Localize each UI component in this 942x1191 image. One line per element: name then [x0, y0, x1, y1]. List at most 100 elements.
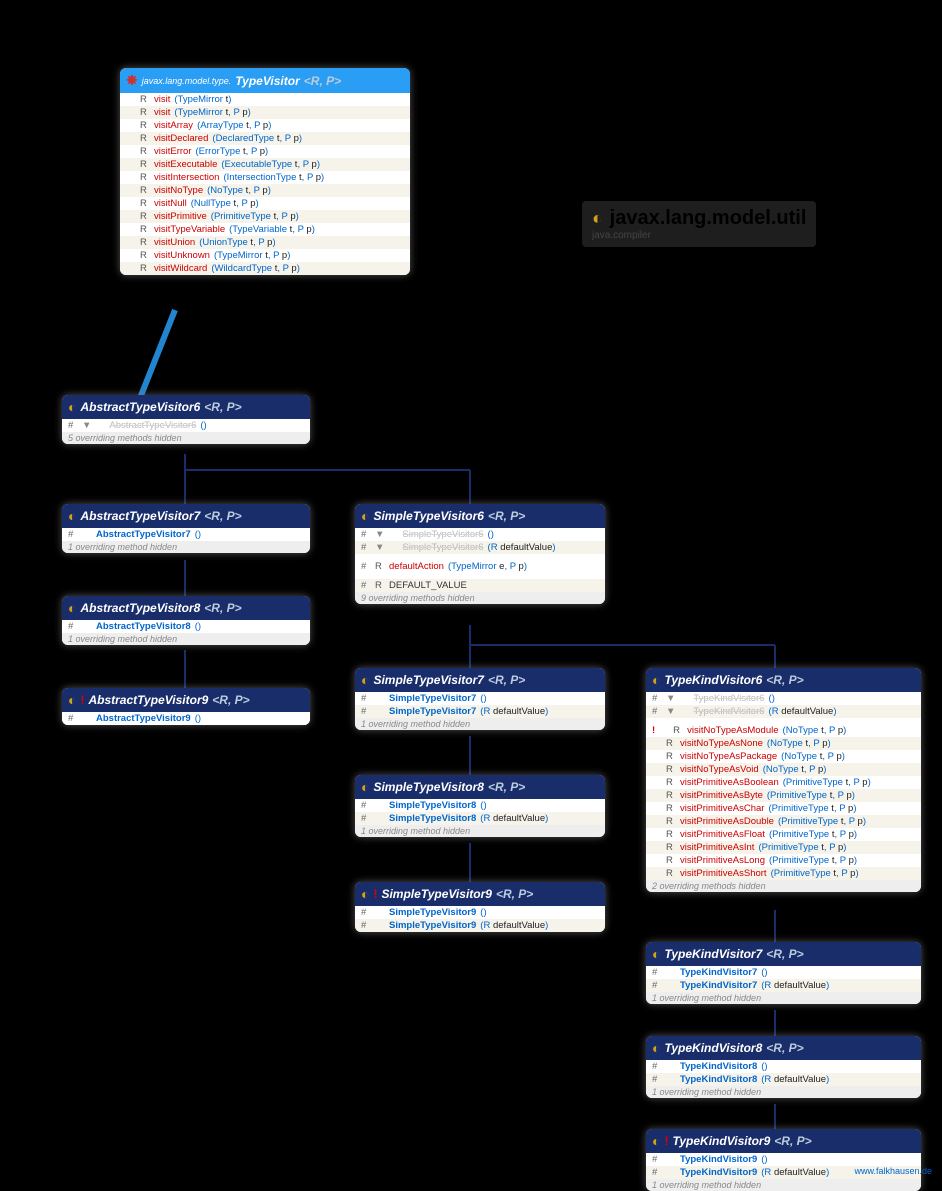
- method-row: RvisitTypeVariable(TypeVariable t, P p): [120, 223, 410, 236]
- method-row: RvisitPrimitiveAsChar(PrimitiveType t, P…: [646, 802, 921, 815]
- class-icon: ◐: [68, 600, 76, 616]
- class-simpletypevisitor7[interactable]: ◐ SimpleTypeVisitor7<R, P> #SimpleTypeVi…: [355, 668, 605, 730]
- method-row: #RdefaultAction(TypeMirror e, P p): [355, 560, 605, 573]
- class-icon: ◐: [652, 672, 660, 688]
- class-icon: ◐: [68, 399, 76, 415]
- method-row: RvisitUnion(UnionType t, P p): [120, 236, 410, 249]
- hidden-note: 1 overriding method hidden: [62, 633, 310, 645]
- class-typekindvisitor8[interactable]: ◐ TypeKindVisitor8<R, P> #TypeKindVisito…: [646, 1036, 921, 1098]
- class-icon: ◐: [361, 886, 369, 902]
- class-icon: ◐: [652, 1133, 660, 1149]
- method-row: RvisitDeclared(DeclaredType t, P p): [120, 132, 410, 145]
- node-header: ◐ ! TypeKindVisitor9<R, P>: [646, 1129, 921, 1153]
- deprecated-marker: !: [373, 887, 377, 901]
- hidden-note: 2 overriding methods hidden: [646, 880, 921, 892]
- method-row: RvisitNoTypeAsPackage(NoType t, P p): [646, 750, 921, 763]
- method-row: #AbstractTypeVisitor7(): [62, 528, 310, 541]
- method-row: #SimpleTypeVisitor8(R defaultValue): [355, 812, 605, 825]
- method-row: #AbstractTypeVisitor9(): [62, 712, 310, 725]
- class-icon: ◐: [652, 946, 660, 962]
- class-icon: ◐: [361, 672, 369, 688]
- node-header: ◐ SimpleTypeVisitor7<R, P>: [355, 668, 605, 692]
- node-header: ◐ ! AbstractTypeVisitor9<R, P>: [62, 688, 310, 712]
- credit-link[interactable]: www.falkhausen.de: [854, 1166, 932, 1176]
- method-list: #▼AbstractTypeVisitor6(): [62, 419, 310, 432]
- class-abstracttypevisitor7[interactable]: ◐ AbstractTypeVisitor7<R, P> #AbstractTy…: [62, 504, 310, 553]
- package-title: ◐ javax.lang.model.util java.compiler: [582, 201, 816, 247]
- node-header: ◐ ! SimpleTypeVisitor9<R, P>: [355, 882, 605, 906]
- method-row: RvisitNoTypeAsVoid(NoType t, P p): [646, 763, 921, 776]
- hidden-note: 1 overriding method hidden: [646, 1086, 921, 1098]
- node-header: ◐ AbstractTypeVisitor8<R, P>: [62, 596, 310, 620]
- method-row: #SimpleTypeVisitor7(): [355, 692, 605, 705]
- method-row: RvisitPrimitive(PrimitiveType t, P p): [120, 210, 410, 223]
- node-header: ◐ TypeKindVisitor8<R, P>: [646, 1036, 921, 1060]
- method-row: #▼SimpleTypeVisitor6(R defaultValue): [355, 541, 605, 554]
- node-header: ✸ javax.lang.model.type.TypeVisitor<R, P…: [120, 68, 410, 93]
- method-row: RvisitNoType(NoType t, P p): [120, 184, 410, 197]
- method-list: #SimpleTypeVisitor7()#SimpleTypeVisitor7…: [355, 692, 605, 718]
- method-list: #AbstractTypeVisitor8(): [62, 620, 310, 633]
- node-header: ◐ AbstractTypeVisitor7<R, P>: [62, 504, 310, 528]
- class-simpletypevisitor9[interactable]: ◐ ! SimpleTypeVisitor9<R, P> #SimpleType…: [355, 882, 605, 932]
- method-row: #TypeKindVisitor9(): [646, 1153, 921, 1166]
- field-row: # R DEFAULT_VALUE: [355, 579, 605, 592]
- method-list: #SimpleTypeVisitor8()#SimpleTypeVisitor8…: [355, 799, 605, 825]
- deprecated-marker: !: [664, 1134, 668, 1148]
- class-simpletypevisitor6[interactable]: ◐ SimpleTypeVisitor6<R, P> #▼SimpleTypeV…: [355, 504, 605, 604]
- method-row: RvisitUnknown(TypeMirror t, P p): [120, 249, 410, 262]
- node-header: ◐ AbstractTypeVisitor6<R, P>: [62, 395, 310, 419]
- class-typekindvisitor7[interactable]: ◐ TypeKindVisitor7<R, P> #TypeKindVisito…: [646, 942, 921, 1004]
- interface-icon: ✸: [126, 72, 138, 89]
- hidden-note: 1 overriding method hidden: [646, 1179, 921, 1191]
- method-row: RvisitExecutable(ExecutableType t, P p): [120, 158, 410, 171]
- method-row: Rvisit(TypeMirror t, P p): [120, 106, 410, 119]
- method-row: #TypeKindVisitor7(): [646, 966, 921, 979]
- hidden-note: 1 overriding method hidden: [355, 825, 605, 837]
- method-row: RvisitPrimitiveAsByte(PrimitiveType t, P…: [646, 789, 921, 802]
- class-icon: ◐: [361, 779, 369, 795]
- class-simpletypevisitor8[interactable]: ◐ SimpleTypeVisitor8<R, P> #SimpleTypeVi…: [355, 775, 605, 837]
- method-row: #SimpleTypeVisitor9(R defaultValue): [355, 919, 605, 932]
- module-name: java.compiler: [592, 230, 806, 241]
- method-list: #TypeKindVisitor8()#TypeKindVisitor8(R d…: [646, 1060, 921, 1086]
- hidden-note: 1 overriding method hidden: [646, 992, 921, 1004]
- method-row: RvisitNull(NullType t, P p): [120, 197, 410, 210]
- method-row: #SimpleTypeVisitor7(R defaultValue): [355, 705, 605, 718]
- method-list: Rvisit(TypeMirror t)Rvisit(TypeMirror t,…: [120, 93, 410, 275]
- method-row: RvisitArray(ArrayType t, P p): [120, 119, 410, 132]
- class-abstracttypevisitor6[interactable]: ◐ AbstractTypeVisitor6<R, P> #▼AbstractT…: [62, 395, 310, 444]
- method-row: #SimpleTypeVisitor8(): [355, 799, 605, 812]
- method-row: RvisitPrimitiveAsFloat(PrimitiveType t, …: [646, 828, 921, 841]
- method-row: #AbstractTypeVisitor8(): [62, 620, 310, 633]
- class-icon: ◐: [68, 508, 76, 524]
- class-icon: ◐: [592, 208, 603, 228]
- node-header: ◐ TypeKindVisitor6<R, P>: [646, 668, 921, 692]
- interface-typevisitor[interactable]: ✸ javax.lang.model.type.TypeVisitor<R, P…: [120, 68, 410, 275]
- method-row: #TypeKindVisitor8(R defaultValue): [646, 1073, 921, 1086]
- method-list: #TypeKindVisitor7()#TypeKindVisitor7(R d…: [646, 966, 921, 992]
- deprecated-marker: !: [80, 693, 84, 707]
- method-row: #TypeKindVisitor8(): [646, 1060, 921, 1073]
- node-header: ◐ SimpleTypeVisitor6<R, P>: [355, 504, 605, 528]
- node-header: ◐ SimpleTypeVisitor8<R, P>: [355, 775, 605, 799]
- constructor-list: #▼TypeKindVisitor6()#▼TypeKindVisitor6(R…: [646, 692, 921, 718]
- class-abstracttypevisitor8[interactable]: ◐ AbstractTypeVisitor8<R, P> #AbstractTy…: [62, 596, 310, 645]
- class-typekindvisitor6[interactable]: ◐ TypeKindVisitor6<R, P> #▼TypeKindVisit…: [646, 668, 921, 892]
- method-row: #▼TypeKindVisitor6(R defaultValue): [646, 705, 921, 718]
- package-name: javax.lang.model.util: [610, 207, 807, 229]
- method-list: #AbstractTypeVisitor7(): [62, 528, 310, 541]
- class-abstracttypevisitor9[interactable]: ◐ ! AbstractTypeVisitor9<R, P> #Abstract…: [62, 688, 310, 725]
- hidden-note: 5 overriding methods hidden: [62, 432, 310, 444]
- method-row: #▼TypeKindVisitor6(): [646, 692, 921, 705]
- method-row: RvisitError(ErrorType t, P p): [120, 145, 410, 158]
- method-row: RvisitPrimitiveAsDouble(PrimitiveType t,…: [646, 815, 921, 828]
- hidden-note: 9 overriding methods hidden: [355, 592, 605, 604]
- method-row: RvisitWildcard(WildcardType t, P p): [120, 262, 410, 275]
- method-row: RvisitNoTypeAsNone(NoType t, P p): [646, 737, 921, 750]
- constructor-list: #▼SimpleTypeVisitor6()#▼SimpleTypeVisito…: [355, 528, 605, 554]
- class-icon: ◐: [68, 692, 76, 708]
- node-header: ◐ TypeKindVisitor7<R, P>: [646, 942, 921, 966]
- method-list: #RdefaultAction(TypeMirror e, P p): [355, 560, 605, 573]
- method-list: #AbstractTypeVisitor9(): [62, 712, 310, 725]
